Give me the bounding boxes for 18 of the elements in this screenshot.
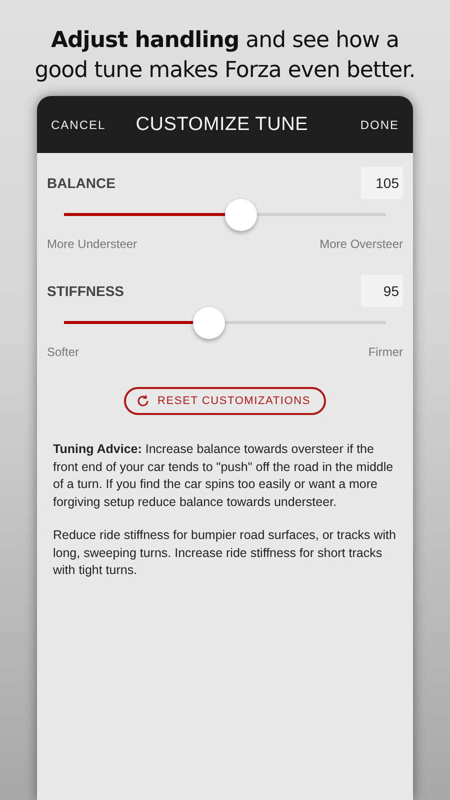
min-label: More Understeer [47,237,138,251]
value-field[interactable]: 105 [361,167,403,199]
advice-paragraph: Reduce ride stiffness for bumpier road surfaces, or tracks with long, sweeping turns. Increase ride stiffness for short tracks with tight turns. [53,527,397,579]
slider-thumb[interactable] [192,307,225,339]
advice-paragraph: Tuning Advice: Increase balance towards oversteer if the front end of your car tends to "push" off the road in the middle of a turn. If you find the car spins too easily or want a more forgiving setup reduce balance towards understeer. [53,441,394,511]
refresh-icon [136,394,150,408]
slider-label: BALANCE [47,175,116,191]
min-label: Softer [47,345,80,359]
cancel-button[interactable]: CANCEL [51,118,106,132]
slider-label: STIFFNESS [47,283,124,299]
slider-thumb[interactable] [225,199,258,231]
max-label: More Oversteer [320,237,403,251]
max-label: Firmer [368,345,403,359]
headline: Adjust handling and see how a good tune makes Forza even better. [34,27,416,85]
reset-button[interactable]: RESET CUSTOMIZATIONS [124,387,326,415]
value-field[interactable]: 95 [361,275,403,307]
done-button[interactable]: DONE [360,118,399,132]
screen-title: CUSTOMIZE TUNE [136,114,310,136]
